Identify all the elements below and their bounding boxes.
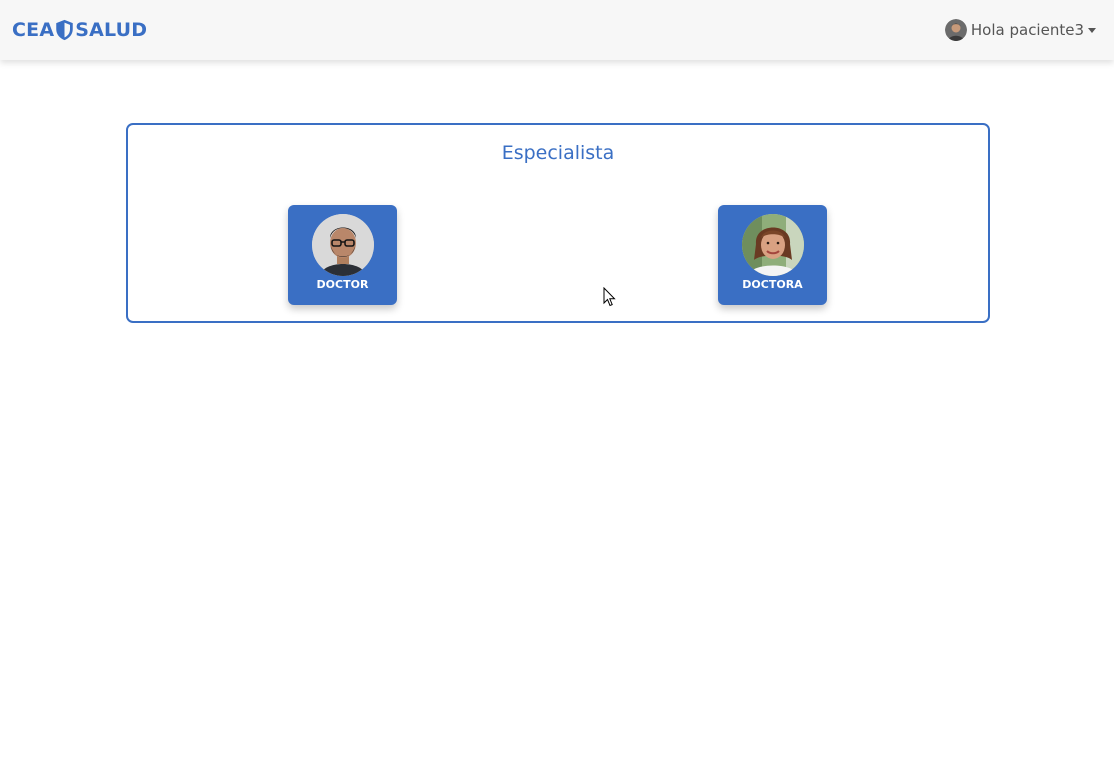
shield-icon <box>56 19 73 41</box>
user-greeting: Hola paciente3 <box>970 21 1084 39</box>
female-doctor-photo <box>742 214 804 276</box>
brand-text-right: SALUD <box>75 19 148 41</box>
doctor-card[interactable]: DOCTOR <box>288 205 397 305</box>
male-doctor-photo <box>312 214 374 276</box>
panel-title: Especialista <box>501 142 615 164</box>
specialist-panel: Especialista DOCTOR DOCTORA <box>126 123 990 323</box>
top-navbar: CEA SALUD Hola paciente3 <box>0 0 1114 60</box>
brand-logo[interactable]: CEA SALUD <box>12 17 147 43</box>
mouse-pointer-icon <box>603 287 616 307</box>
brand-text-left: CEA <box>12 19 55 41</box>
doctora-card-label: DOCTORA <box>742 278 803 291</box>
user-avatar <box>944 19 967 41</box>
doctor-card-label: DOCTOR <box>316 278 369 291</box>
caret-down-icon <box>1088 27 1096 33</box>
doctora-card[interactable]: DOCTORA <box>718 205 827 305</box>
user-menu-toggle[interactable]: Hola paciente3 <box>944 18 1096 42</box>
